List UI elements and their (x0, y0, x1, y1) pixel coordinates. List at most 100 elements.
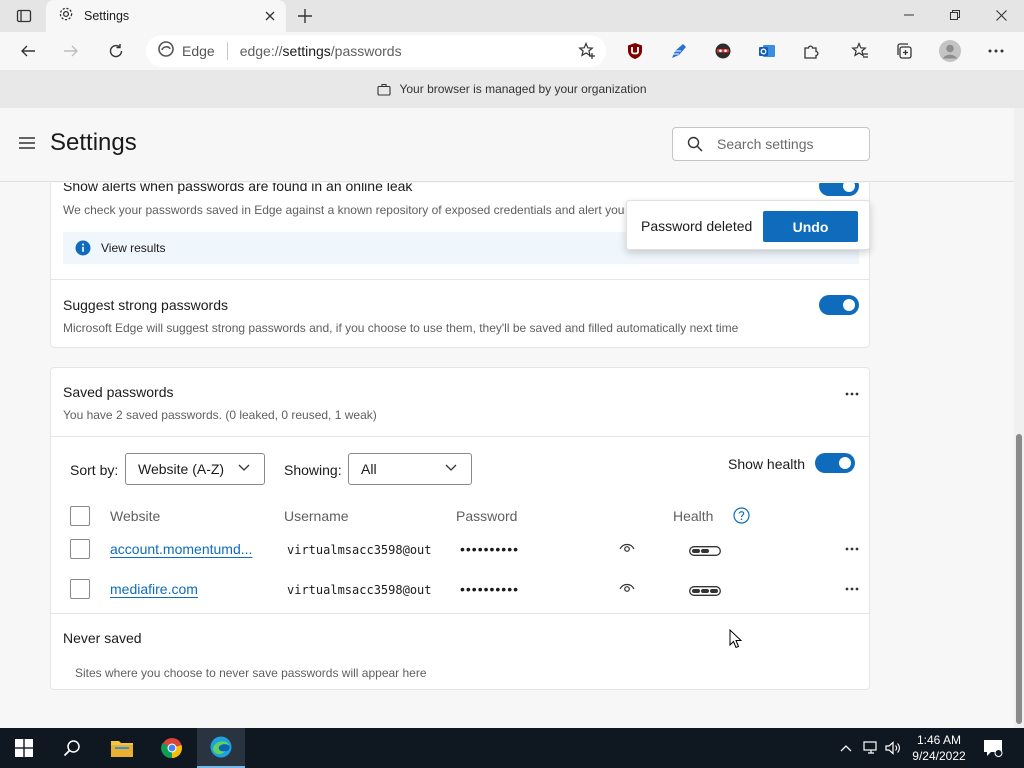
outlook-extension-icon[interactable] (752, 36, 782, 66)
refresh-icon[interactable] (101, 36, 131, 66)
view-results-link[interactable]: View results (101, 241, 165, 255)
section-divider (51, 436, 869, 437)
forward-icon[interactable] (56, 36, 86, 66)
new-tab-icon[interactable] (294, 5, 316, 27)
never-saved-title: Never saved (63, 630, 142, 646)
info-icon (75, 240, 91, 256)
row-more-icon[interactable] (841, 541, 863, 557)
edge-logo-icon (158, 40, 174, 62)
title-bar: Settings (0, 0, 1024, 32)
column-health: Health (673, 508, 714, 524)
briefcase-icon (377, 83, 392, 96)
undo-button[interactable]: Undo (763, 211, 858, 242)
sort-dropdown[interactable]: Website (A-Z) (125, 453, 265, 485)
toast-message: Password deleted (641, 218, 753, 234)
username-value: virtualmsacc3598@out (287, 543, 432, 557)
url-bold: settings (282, 43, 331, 59)
close-tab-icon[interactable] (262, 8, 278, 24)
health-strong-icon (688, 585, 722, 597)
hamburger-menu-icon[interactable] (18, 135, 36, 156)
close-window-icon[interactable] (978, 0, 1024, 30)
password-value: •••••••••• (460, 541, 520, 557)
chevron-down-icon (238, 464, 250, 471)
suggest-passwords-toggle[interactable] (819, 295, 859, 315)
spy-extension-icon[interactable] (708, 36, 738, 66)
address-bar[interactable]: Edge edge://settings/passwords (146, 35, 606, 67)
saved-passwords-card: Saved passwords You have 2 saved passwor… (50, 367, 870, 690)
row-more-icon[interactable] (841, 581, 863, 597)
password-deleted-toast: Password deleted Undo (626, 200, 870, 250)
search-box[interactable] (672, 127, 870, 161)
section-divider (51, 279, 869, 280)
more-menu-icon[interactable] (981, 36, 1011, 66)
managed-notice: Your browser is managed by your organiza… (0, 70, 1024, 108)
sort-value: Website (A-Z) (138, 461, 225, 477)
tab-settings[interactable]: Settings (46, 0, 286, 32)
collections-icon[interactable] (889, 36, 919, 66)
pen-extension-icon[interactable] (664, 36, 694, 66)
show-password-eye-icon[interactable] (617, 580, 637, 596)
address-brand: Edge (182, 43, 215, 59)
address-divider (226, 42, 228, 60)
column-password: Password (456, 508, 518, 524)
restore-icon[interactable] (932, 0, 978, 30)
favorites-icon[interactable] (845, 36, 875, 66)
mouse-cursor-icon (729, 628, 743, 649)
section-divider (51, 613, 869, 614)
settings-content: Show alerts when passwords are found in … (0, 183, 1014, 728)
saved-passwords-more-icon[interactable] (841, 384, 863, 404)
showing-label: Showing: (284, 462, 342, 478)
search-icon (687, 136, 703, 152)
row-checkbox[interactable] (70, 539, 90, 559)
suggest-passwords-title: Suggest strong passwords (63, 297, 228, 313)
tab-actions-icon[interactable] (8, 5, 40, 27)
chrome-icon[interactable] (148, 728, 196, 768)
minimize-icon[interactable] (886, 0, 932, 30)
health-help-icon[interactable] (732, 506, 750, 524)
tray-chevron-up-icon[interactable] (838, 740, 854, 756)
gear-icon (58, 6, 74, 27)
back-icon[interactable] (13, 36, 43, 66)
volume-icon[interactable] (884, 740, 902, 756)
tab-title: Settings (84, 9, 130, 23)
network-icon[interactable] (862, 740, 880, 756)
clock-date: 9/24/2022 (912, 749, 966, 763)
row-checkbox[interactable] (70, 579, 90, 599)
ublock-extension-icon[interactable] (620, 36, 650, 66)
never-saved-description: Sites where you choose to never save pas… (75, 666, 427, 680)
windows-taskbar: 1:46 AM 9/24/2022 (0, 728, 1024, 768)
show-health-label: Show health (728, 456, 806, 472)
managed-text: Your browser is managed by your organiza… (399, 82, 647, 96)
scrollbar-thumb[interactable] (1016, 434, 1022, 724)
website-link[interactable]: account.momentumd... (110, 541, 252, 557)
username-value: virtualmsacc3598@out (287, 583, 432, 597)
saved-passwords-title: Saved passwords (63, 384, 174, 400)
password-value: •••••••••• (460, 581, 520, 597)
notifications-icon[interactable] (982, 738, 1004, 758)
taskbar-search-icon[interactable] (48, 728, 96, 768)
show-password-eye-icon[interactable] (617, 540, 637, 556)
edge-taskbar-icon[interactable] (197, 728, 245, 768)
sort-label: Sort by: (70, 462, 119, 478)
taskbar-clock[interactable]: 1:46 AM 9/24/2022 (906, 732, 972, 764)
settings-header: Settings (0, 108, 1014, 182)
page-scrollbar[interactable] (1014, 108, 1024, 728)
search-input[interactable] (717, 136, 857, 152)
add-favorite-icon[interactable] (578, 41, 596, 65)
website-link[interactable]: mediafire.com (110, 581, 198, 597)
show-health-toggle[interactable] (815, 453, 855, 473)
start-button-icon[interactable] (0, 728, 48, 768)
url-suffix: /passwords (330, 43, 402, 59)
select-all-checkbox[interactable] (70, 506, 90, 526)
profile-avatar[interactable] (935, 36, 965, 66)
extensions-icon[interactable] (796, 36, 826, 66)
chevron-down-icon (445, 464, 457, 471)
file-explorer-icon[interactable] (98, 728, 146, 768)
saved-passwords-summary: You have 2 saved passwords. (0 leaked, 0… (63, 408, 377, 422)
leak-alert-toggle[interactable] (819, 183, 859, 196)
address-url: edge://settings/passwords (240, 43, 402, 59)
browser-toolbar: Edge edge://settings/passwords (0, 32, 1024, 70)
showing-dropdown[interactable]: All (348, 453, 472, 485)
clock-time: 1:46 AM (916, 733, 962, 747)
column-username: Username (284, 508, 349, 524)
